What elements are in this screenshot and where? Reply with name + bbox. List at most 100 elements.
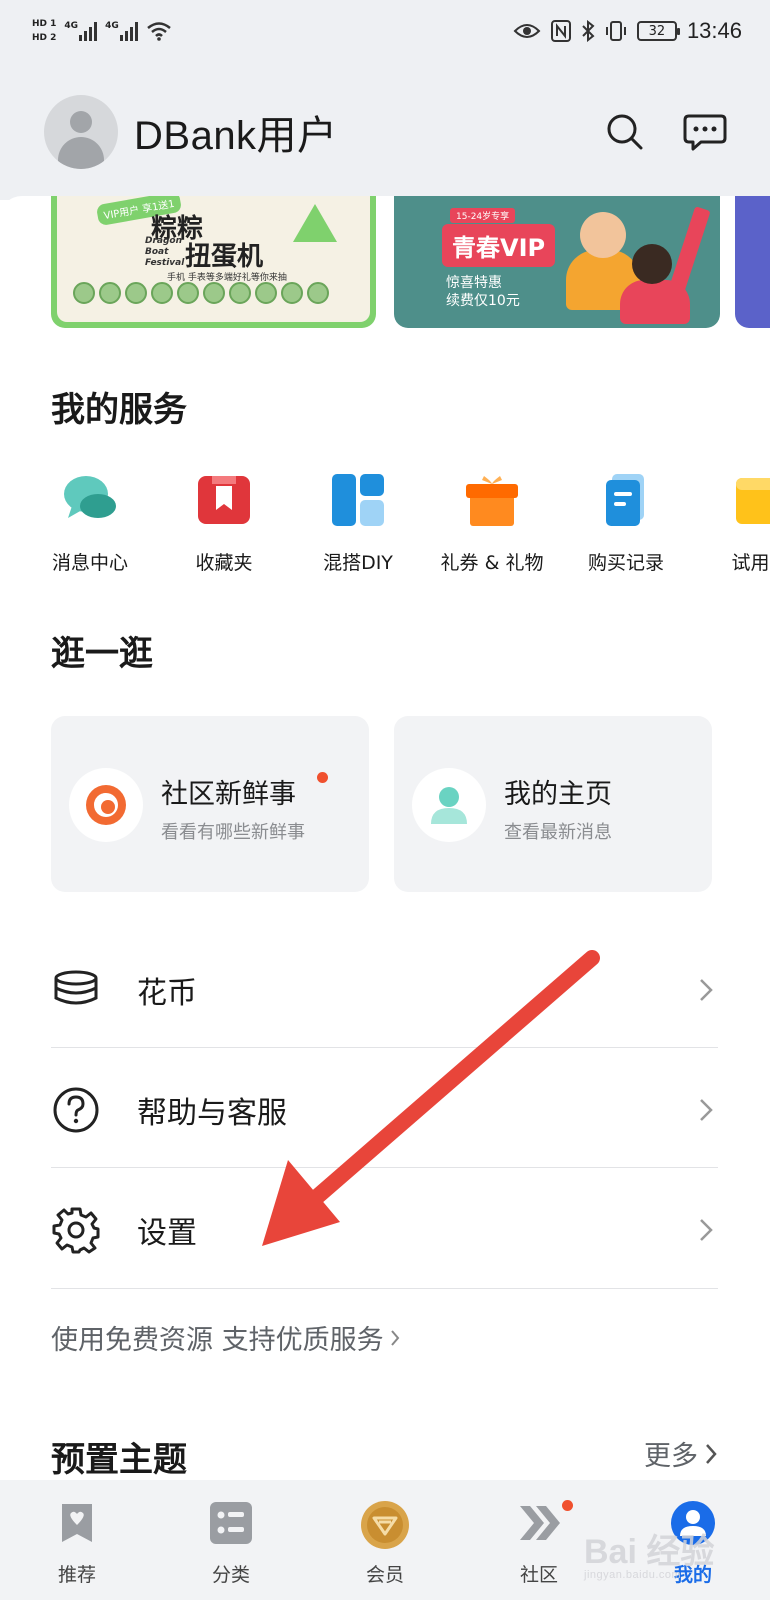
nav-member[interactable]: 会员 [308,1480,462,1600]
wifi-icon [146,22,171,41]
banner-vip-sub2: 续费仅10元 [446,293,520,309]
my-homepage-card[interactable]: 我的主页 查看最新消息 [394,716,712,892]
services-title: 我的服务 [51,390,187,430]
banner-title-2: 扭蛋机 [185,242,264,272]
service-label: 购买记录 [587,552,664,574]
community-news-title: 社区新鲜事 [161,779,296,810]
chevron-right-icon [694,1095,718,1125]
community-news-card[interactable]: 社区新鲜事 看看有哪些新鲜事 [51,716,369,892]
status-right: 32 13:46 [513,18,742,44]
my-homepage-title: 我的主页 [504,779,612,810]
banner-next[interactable] [735,196,770,328]
nav-category[interactable]: 分类 [154,1480,308,1600]
gift-icon [464,472,520,528]
themes-title: 预置主题 [51,1440,187,1480]
divider [51,1047,718,1048]
banner-en: Dragon Boat Festival [145,236,185,268]
zongzi-icon [293,204,337,242]
search-button[interactable] [600,107,650,157]
net1-label: 4G [64,21,79,31]
banner-carousel[interactable]: VIP用户 享1送1 粽粽 Dragon Boat Festival 扭蛋机 手… [51,196,770,328]
promo-link[interactable]: 使用免费资源 支持优质服务 [51,1318,400,1357]
list-item-help[interactable]: 帮助与客服 [51,1050,718,1170]
watermark: Bai 经验 jingyan.baidu.com [584,1524,714,1581]
message-bubble-icon [683,114,727,151]
username[interactable]: DBank用户 [134,103,570,161]
list-item-coins[interactable]: 花币 [51,930,718,1050]
service-label: 试用主 [731,552,770,574]
capsule-balls [73,282,329,304]
more-label: 更多 [644,1441,698,1472]
community-news-icon [69,768,143,842]
list-label: 帮助与客服 [137,1096,287,1131]
new-badge-dot [562,1500,573,1511]
hd-indicators: HD 1 HD 2 [32,19,56,44]
themes-more-link[interactable]: 更多 [644,1434,718,1473]
watermark-text: Bai 经验 [584,1533,715,1571]
recommend-icon [54,1500,100,1546]
coins-icon [51,965,101,1015]
my-homepage-icon [412,768,486,842]
nfc-icon [550,20,571,42]
signal-2: 4G [105,21,138,41]
nav-label: 推荐 [57,1564,96,1586]
signal-bars-icon [119,21,138,41]
list-item-settings[interactable]: 设置 [51,1170,718,1290]
help-icon [51,1085,101,1135]
service-mix-diy[interactable]: 混搭DIY [308,470,408,575]
stroll-title: 逛一逛 [51,634,153,674]
status-left: HD 1 HD 2 4G 4G [32,19,172,44]
nav-label: 会员 [365,1564,404,1586]
hd1-label: HD 1 [32,18,57,29]
gear-icon [51,1205,101,1255]
bluetooth-icon [582,20,595,42]
eye-icon [513,24,541,38]
banner-vip-sub: 惊喜特惠 续费仅10元 [446,274,520,310]
service-label: 混搭DIY [323,552,393,574]
promo-text: 使用免费资源 支持优质服务 [51,1325,384,1356]
services-row: 消息中心 收藏夹 混搭DIY 礼券 & 礼物 购买记录 试用 [44,470,770,580]
divider [51,1167,718,1168]
banner-vip-sub1: 惊喜特惠 [446,275,502,291]
clock: 13:46 [686,18,742,43]
service-label: 收藏夹 [195,552,253,574]
divider [51,1288,718,1289]
service-label: 消息中心 [51,552,128,574]
community-icon [516,1500,562,1546]
service-purchase-history[interactable]: 购买记录 [576,470,676,575]
signal-1: 4G [64,21,98,41]
vibrate-icon [605,21,626,41]
service-favorites[interactable]: 收藏夹 [174,470,274,575]
search-icon [607,114,643,150]
nav-label: 分类 [211,1564,250,1586]
chat-bubble-icon [62,472,118,528]
trial-icon [732,472,770,528]
girl2-illustration [620,280,690,324]
girl2-head-illustration [632,244,672,284]
banner-top-tag: 15-24岁专享 [450,208,516,223]
messages-button[interactable] [680,107,730,157]
service-trial[interactable]: 试用主 [710,470,770,575]
battery-level: 32 [648,23,666,39]
service-message-center[interactable]: 消息中心 [44,470,140,575]
chevron-right-icon [390,1329,399,1346]
receipt-icon [598,472,654,528]
banner-youth-vip[interactable]: 15-24岁专享 青春VIP 惊喜特惠 续费仅10元 [394,196,720,328]
nav-label: 社区 [519,1564,558,1586]
girl-head-illustration [580,212,626,258]
list-label: 设置 [137,1216,197,1251]
banner-inner: VIP用户 享1送1 粽粽 Dragon Boat Festival 扭蛋机 手… [57,196,370,322]
banner-dragon-boat[interactable]: VIP用户 享1送1 粽粽 Dragon Boat Festival 扭蛋机 手… [51,196,376,328]
my-homepage-subtitle: 查看最新消息 [504,822,612,843]
list-label: 花币 [137,976,197,1011]
chevron-right-icon [706,1443,717,1464]
avatar[interactable] [44,95,118,169]
net2-label: 4G [105,21,119,31]
battery-icon: 32 [636,21,680,41]
hd2-label: HD 2 [32,32,57,43]
service-label: 礼券 & 礼物 [440,552,544,574]
category-icon [208,1500,254,1546]
community-news-subtitle: 看看有哪些新鲜事 [161,822,305,843]
service-coupons-gifts[interactable]: 礼券 & 礼物 [440,470,544,575]
nav-recommend[interactable]: 推荐 [0,1480,154,1600]
